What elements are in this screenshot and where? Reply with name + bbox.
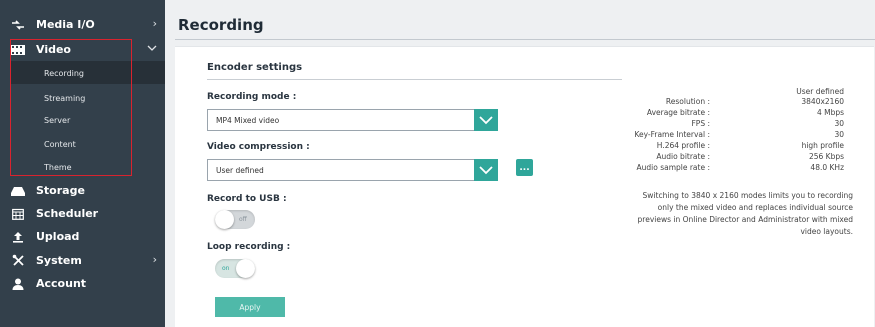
toggle-knob: [236, 259, 255, 278]
sidebar-item-storage[interactable]: Storage: [0, 179, 165, 202]
user-icon: [11, 277, 25, 290]
sidebar-item-label: Media I/O: [36, 18, 95, 31]
video-compression-label: Video compression :: [207, 142, 310, 152]
upload-icon: [11, 230, 25, 243]
recording-mode-value: MP4 Mixed video: [216, 116, 280, 125]
record-to-usb-label: Record to USB :: [207, 194, 287, 204]
chevron-down-icon[interactable]: [474, 109, 498, 131]
info-key: Average bitrate :: [646, 108, 710, 117]
video-compression-select[interactable]: User defined: [207, 159, 498, 181]
recording-mode-label: Recording mode :: [207, 92, 297, 102]
sidebar-item-scheduler[interactable]: Scheduler: [0, 202, 165, 225]
info-value: 48.0 KHz: [810, 163, 844, 172]
info-value: 30: [834, 130, 844, 139]
sidebar: Media I/O › Video Recording Streaming Se…: [0, 0, 165, 327]
info-key: Audio sample rate :: [636, 163, 711, 172]
main-content: Recording Encoder settings Recording mod…: [165, 0, 875, 327]
title-divider: [175, 39, 875, 40]
info-value: high profile: [801, 141, 844, 150]
sidebar-item-media-io[interactable]: Media I/O ›: [0, 13, 165, 36]
video-menu-highlight: [10, 39, 132, 176]
section-title: Encoder settings: [207, 62, 303, 73]
calendar-icon: [11, 207, 25, 220]
info-value: 256 Kbps: [808, 152, 844, 161]
sidebar-item-label: Scheduler: [36, 207, 99, 220]
chevron-down-icon[interactable]: [474, 159, 498, 181]
storage-icon: [11, 184, 25, 197]
resolution-note: Switching to 3840 x 2160 modes limits yo…: [637, 191, 853, 236]
record-to-usb-toggle[interactable]: off: [215, 210, 255, 229]
info-key: Key-Frame Interval :: [634, 130, 710, 139]
sidebar-item-label: Account: [36, 277, 87, 290]
info-key: Resolution :: [665, 97, 710, 106]
info-value: 30: [834, 119, 844, 128]
tools-icon: [11, 254, 25, 267]
info-key: FPS :: [691, 119, 710, 128]
toggle-state: on: [222, 265, 230, 272]
sidebar-item-label: System: [36, 254, 82, 267]
video-compression-value: User defined: [216, 166, 264, 175]
toggle-state: off: [239, 216, 247, 223]
preset-name: User defined: [796, 87, 844, 96]
toggle-knob: [215, 210, 234, 229]
sidebar-item-account[interactable]: Account: [0, 272, 165, 295]
info-value: 3840x2160: [801, 97, 844, 106]
sidebar-item-upload[interactable]: Upload: [0, 225, 165, 248]
info-value: 4 Mbps: [816, 108, 844, 117]
recording-mode-select[interactable]: MP4 Mixed video: [207, 109, 498, 131]
info-key: H.264 profile :: [656, 141, 710, 150]
sidebar-item-system[interactable]: System ›: [0, 249, 165, 272]
section-divider: [207, 79, 622, 80]
encoder-panel: Encoder settings Recording mode : MP4 Mi…: [175, 46, 874, 327]
loop-recording-toggle[interactable]: on: [215, 259, 255, 278]
loop-recording-label: Loop recording :: [207, 242, 291, 252]
chevron-down-icon: [147, 42, 157, 55]
chevron-right-icon: ›: [152, 17, 157, 30]
media-io-icon: [11, 18, 25, 31]
page-title: Recording: [178, 16, 264, 34]
compression-settings-button[interactable]: ...: [516, 159, 533, 176]
sidebar-item-label: Upload: [36, 230, 80, 243]
chevron-right-icon: ›: [152, 253, 157, 266]
sidebar-item-label: Storage: [36, 184, 85, 197]
info-key: Audio bitrate :: [656, 152, 710, 161]
apply-button[interactable]: Apply: [215, 297, 285, 317]
